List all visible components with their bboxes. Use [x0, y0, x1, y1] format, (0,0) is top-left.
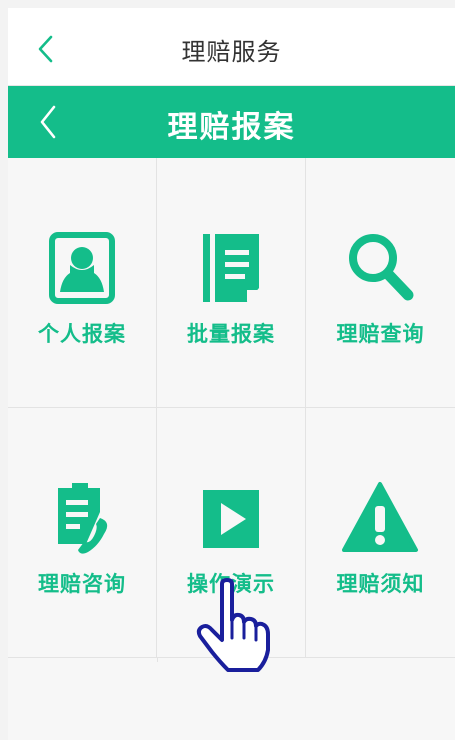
clipboard-phone-icon	[58, 483, 108, 554]
menu-item-label: 理赔咨询	[38, 572, 126, 596]
notebook-icon	[203, 234, 259, 302]
menu-item-claim-notice[interactable]: 理赔须知	[306, 408, 455, 658]
warning-icon	[342, 482, 418, 552]
menu-item-label: 批量报案	[187, 322, 275, 346]
top-nav-bar: 理赔服务	[8, 8, 455, 86]
app-screen: 理赔服务 理赔报案 个人报案 批量报案 理赔查询 理赔咨询 操作演示 理赔须知	[8, 8, 455, 740]
menu-grid: 个人报案 批量报案 理赔查询 理赔咨询 操作演示 理赔须知	[8, 158, 455, 658]
menu-item-operation-demo[interactable]: 操作演示	[157, 408, 306, 658]
play-icon	[203, 490, 259, 548]
menu-item-label: 理赔查询	[336, 322, 425, 346]
menu-item-label: 操作演示	[187, 572, 275, 596]
menu-item-personal-report[interactable]: 个人报案	[8, 158, 157, 408]
menu-item-claim-consult[interactable]: 理赔咨询	[8, 408, 157, 658]
menu-grid-empty-row	[8, 658, 455, 740]
section-title: 理赔报案	[167, 110, 296, 145]
menu-item-label: 个人报案	[38, 322, 126, 346]
menu-item-batch-report[interactable]: 批量报案	[157, 158, 306, 408]
menu-item-label: 理赔须知	[336, 572, 425, 596]
person-icon	[49, 232, 115, 304]
menu-item-claim-query[interactable]: 理赔查询	[306, 158, 455, 408]
page-title: 理赔服务	[181, 38, 282, 66]
divider	[157, 658, 158, 662]
section-header-bar: 理赔报案	[8, 86, 455, 158]
search-icon	[349, 234, 414, 301]
